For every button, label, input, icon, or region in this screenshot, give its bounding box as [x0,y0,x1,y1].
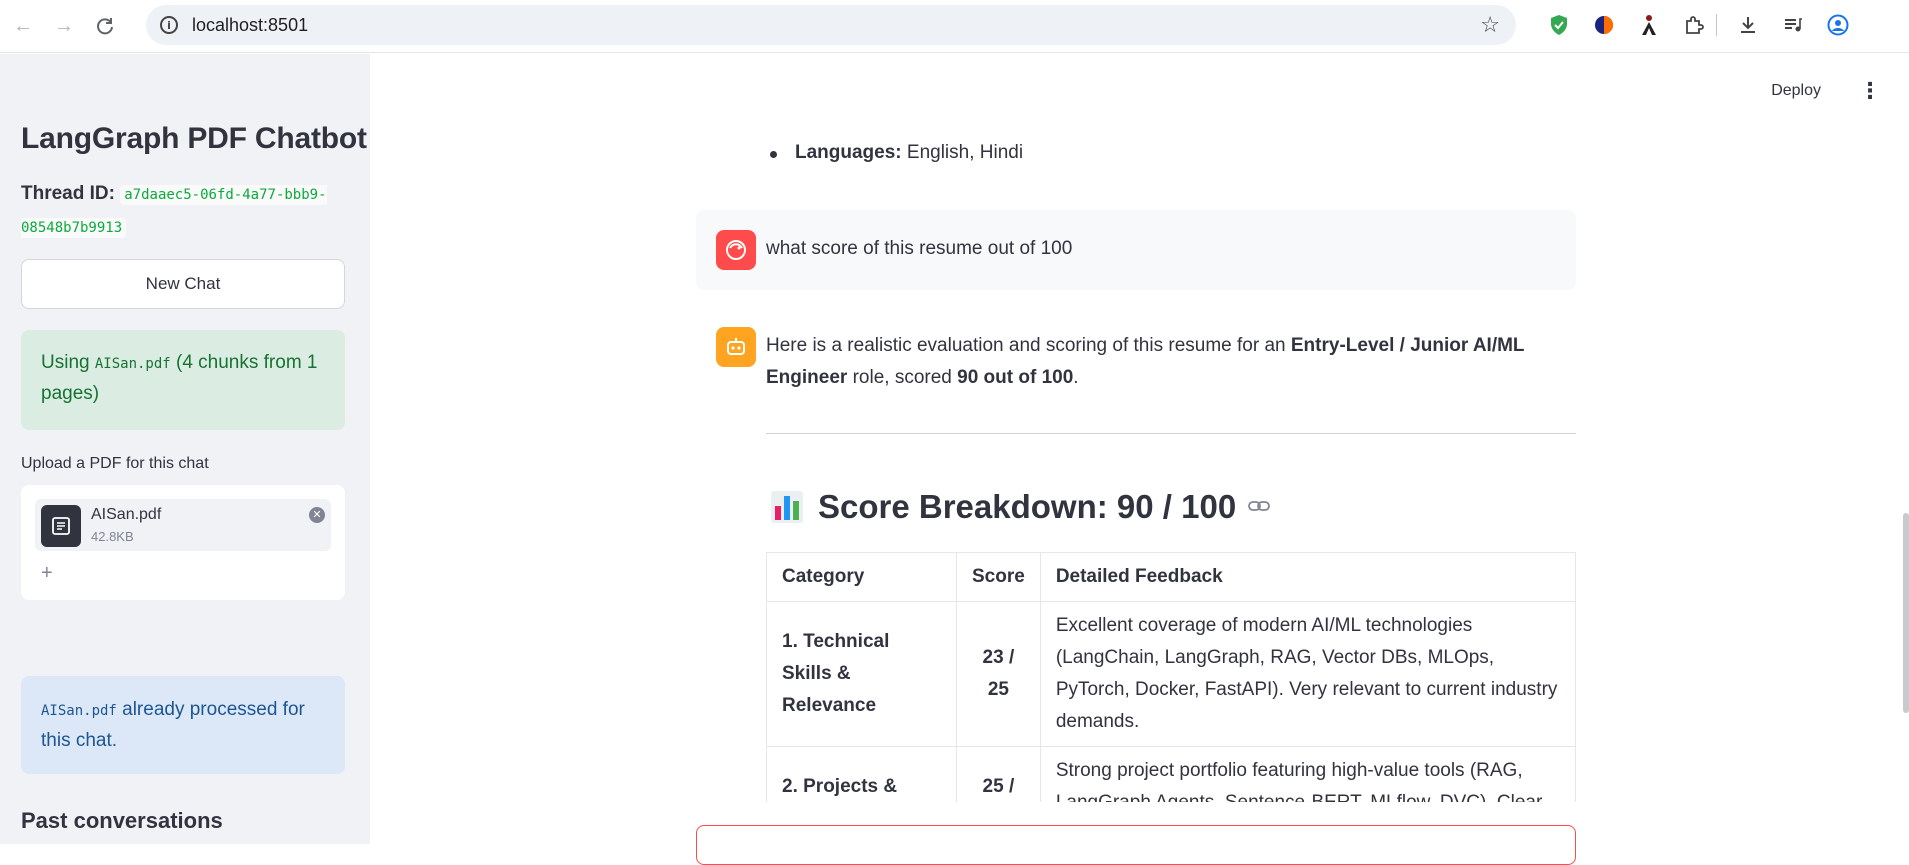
table-row: 1. Technical Skills & Relevance 23 / 25 … [766,601,1576,747]
thread-info: Thread ID: a7daaec5-06fd-4a77-bbb9-08548… [21,178,351,244]
info-alert: AISan.pdf already processed for this cha… [21,676,345,774]
close-icon[interactable]: ✕ [309,507,325,523]
link-icon[interactable] [1248,496,1271,519]
file-uploader[interactable]: AISan.pdf 42.8KB ✕ + [21,485,345,600]
bullet-label: Languages: [795,142,902,163]
add-file-button[interactable]: + [41,562,53,585]
divider [766,433,1576,434]
bullet-value: English, Hindi [901,142,1024,163]
download-icon[interactable] [1725,10,1770,40]
deploy-button[interactable]: Deploy [1771,82,1821,100]
row-score: 25 / 25 [956,746,1041,802]
file-name: AISan.pdf [91,506,162,523]
success-file: AISan.pdf [94,356,171,372]
thread-label: Thread ID: [21,183,115,204]
chat-input-container[interactable] [696,825,1576,865]
intro-score: 90 out of 100 [957,367,1074,388]
reload-icon[interactable] [87,8,123,44]
row-category: 1. Technical Skills & Relevance [766,601,957,747]
success-alert: Using AISan.pdf (4 chunks from 1 pages) [21,330,345,430]
bot-message-intro: Here is a realistic evaluation and scori… [766,330,1566,394]
header-category: Category [766,552,957,602]
score-table-container: Category Score Detailed Feedback 1. Tech… [766,552,1576,802]
score-table: Category Score Detailed Feedback 1. Tech… [766,552,1576,802]
bullet-dot [770,151,777,158]
extension-circle-icon[interactable] [1581,10,1626,40]
intro-part-1: Here is a realistic evaluation and scori… [766,335,1291,356]
extension-icon[interactable] [1671,10,1716,40]
header-score: Score [956,552,1041,602]
toolbar-separator [1716,14,1717,36]
past-conversations-title: Past conversations [21,808,223,833]
row-feedback: Excellent coverage of modern AI/ML techn… [1039,601,1576,747]
address-bar[interactable]: i localhost:8501 ☆ [146,5,1516,45]
bot-avatar-icon [716,327,756,367]
url-text[interactable]: localhost:8501 [192,15,308,36]
user-message: what score of this resume out of 100 [696,210,1576,290]
success-prefix: Using [41,352,95,373]
main-menu-icon[interactable]: ⋮ [1859,78,1881,104]
table-header-row: Category Score Detailed Feedback [766,552,1576,602]
forward-arrow-icon[interactable]: → [46,8,82,44]
info-file: AISan.pdf [41,703,117,719]
row-category: 2. Projects & Practical Work [766,746,957,802]
app-title: LangGraph PDF Chatbot [21,122,367,155]
file-icon [41,505,81,547]
profile-icon[interactable] [1815,10,1860,40]
info-icon[interactable]: i [160,16,178,34]
upload-label: Upload a PDF for this chat [21,455,209,472]
intro-part-2: role, scored [847,367,958,388]
media-icon[interactable] [1770,10,1815,40]
table-row: 2. Projects & Practical Work 25 / 25 Str… [766,746,1576,802]
browser-toolbar: ← → i localhost:8501 ☆ [0,0,1909,53]
uploaded-file: AISan.pdf 42.8KB ✕ [35,499,331,551]
intro-part-3: . [1073,367,1079,388]
row-feedback: Strong project portfolio featuring high-… [1039,746,1576,802]
header-feedback: Detailed Feedback [1039,552,1576,602]
previous-bullet: Languages: English, Hindi [795,142,1023,164]
person-extension-icon[interactable] [1626,10,1671,40]
user-avatar-icon [716,230,756,270]
bar-chart-icon [770,490,804,524]
scrollbar[interactable] [1903,513,1909,713]
shield-icon[interactable] [1536,10,1581,40]
new-chat-button[interactable]: New Chat [21,259,345,309]
back-arrow-icon[interactable]: ← [5,8,41,44]
row-score: 23 / 25 [956,601,1041,747]
score-heading: Score Breakdown: 90 / 100 [770,488,1271,526]
user-message-text: what score of this resume out of 100 [766,238,1073,259]
score-heading-text: Score Breakdown: 90 / 100 [818,488,1237,525]
star-icon[interactable]: ☆ [1480,12,1500,38]
file-size: 42.8KB [91,529,134,544]
